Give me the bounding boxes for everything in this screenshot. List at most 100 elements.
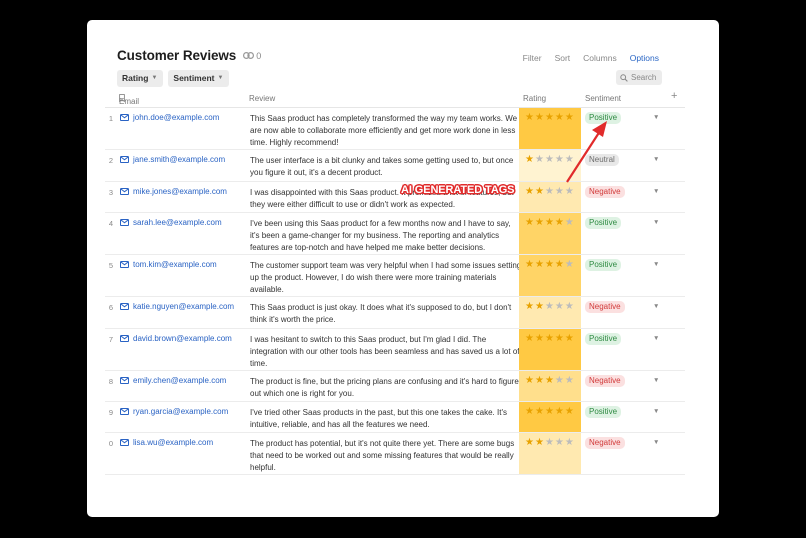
rating-cell[interactable]: ★ ★ ★ ★ ★ xyxy=(519,108,581,149)
chevron-down-icon[interactable]: ▼ xyxy=(653,156,659,163)
rating-filter[interactable]: Rating ▼ xyxy=(117,70,164,87)
email-link[interactable]: lisa.wu@example.com xyxy=(133,438,213,447)
sentiment-badge[interactable]: Positive xyxy=(585,217,622,229)
email-cell[interactable]: emily.chen@example.com xyxy=(120,376,226,385)
sentiment-badge[interactable]: Positive xyxy=(585,333,622,345)
sentiment-filter[interactable]: Sentiment ▼ xyxy=(168,70,230,87)
email-cell[interactable]: david.brown@example.com xyxy=(120,334,232,343)
column-header-email-label: Email xyxy=(119,97,140,106)
email-link[interactable]: sarah.lee@example.com xyxy=(133,218,222,227)
email-link[interactable]: mike.jones@example.com xyxy=(133,187,227,196)
email-link[interactable]: tom.kim@example.com xyxy=(133,260,217,269)
star-icon: ★ xyxy=(564,375,574,386)
email-link[interactable]: ryan.garcia@example.com xyxy=(133,407,228,416)
star-icon: ★ xyxy=(525,375,534,386)
email-link[interactable]: david.brown@example.com xyxy=(133,334,232,343)
chevron-down-icon[interactable]: ▼ xyxy=(653,303,659,310)
rating-cell[interactable]: ★ ★ ★ ★ ★ xyxy=(519,213,581,254)
email-cell[interactable]: katie.nguyen@example.com xyxy=(120,302,234,311)
email-cell[interactable]: ryan.garcia@example.com xyxy=(120,407,228,416)
sentiment-badge[interactable]: Positive xyxy=(585,112,622,124)
filter-button[interactable]: Filter xyxy=(523,53,542,63)
link-icon[interactable] xyxy=(243,52,255,59)
star-icon: ★ xyxy=(534,301,544,312)
table-row[interactable]: 1 john.doe@example.com This Saas product h… xyxy=(105,108,685,150)
chevron-down-icon[interactable]: ▼ xyxy=(653,261,659,268)
email-cell[interactable]: mike.jones@example.com xyxy=(120,187,227,196)
email-link[interactable]: jane.smith@example.com xyxy=(133,155,225,164)
star-icon: ★ xyxy=(525,112,534,123)
rating-cell[interactable]: ★ ★ ★ ★ ★ xyxy=(519,402,581,432)
sentiment-badge[interactable]: Negative xyxy=(585,375,625,387)
star-icon: ★ xyxy=(564,217,574,228)
chevron-down-icon[interactable]: ▼ xyxy=(653,439,659,446)
star-icon: ★ xyxy=(525,437,534,448)
rating-cell[interactable]: ★ ★ ★ ★ ★ xyxy=(519,371,581,401)
mail-icon xyxy=(120,114,129,121)
columns-button[interactable]: Columns xyxy=(583,53,617,63)
star-rating: ★ ★ ★ ★ ★ xyxy=(525,259,574,270)
search-input[interactable]: Search xyxy=(616,70,662,85)
chevron-down-icon[interactable]: ▼ xyxy=(653,335,659,342)
column-header-sentiment[interactable]: Sentiment xyxy=(585,94,621,103)
table-row[interactable]: 6 katie.nguyen@example.com This Saas produ… xyxy=(105,297,685,329)
chevron-down-icon[interactable]: ▼ xyxy=(653,377,659,384)
table-row[interactable]: 3 mike.jones@example.com I was disappointe… xyxy=(105,182,685,213)
column-header-review[interactable]: Review xyxy=(249,94,275,103)
rating-cell[interactable]: ★ ★ ★ ★ ★ xyxy=(519,255,581,296)
star-icon: ★ xyxy=(554,301,564,312)
options-button[interactable]: Options xyxy=(630,53,659,63)
star-icon: ★ xyxy=(554,375,564,386)
sentiment-badge[interactable]: Negative xyxy=(585,437,625,449)
email-cell[interactable]: tom.kim@example.com xyxy=(120,260,217,269)
mail-icon xyxy=(120,303,129,310)
star-icon: ★ xyxy=(525,154,534,165)
star-icon: ★ xyxy=(564,301,574,312)
sort-button[interactable]: Sort xyxy=(555,53,571,63)
review-text: This Saas product has completely transfo… xyxy=(250,114,518,147)
chevron-down-icon[interactable]: ▼ xyxy=(653,219,659,226)
email-cell[interactable]: jane.smith@example.com xyxy=(120,155,225,164)
sentiment-badge[interactable]: Positive xyxy=(585,406,622,418)
table-row[interactable]: 0 lisa.wu@example.com The product has pote… xyxy=(105,433,685,475)
table-row[interactable]: 2 jane.smith@example.com The user interfac… xyxy=(105,150,685,182)
sentiment-badge[interactable]: Negative xyxy=(585,186,625,198)
chevron-down-icon[interactable]: ▼ xyxy=(653,114,659,121)
rating-cell[interactable]: ★ ★ ★ ★ ★ xyxy=(519,182,581,212)
table-row[interactable]: 4 sarah.lee@example.com I've been using th… xyxy=(105,213,685,255)
column-header-email[interactable]: Email xyxy=(119,94,139,106)
star-rating: ★ ★ ★ ★ ★ xyxy=(525,112,574,123)
email-cell[interactable]: john.doe@example.com xyxy=(120,113,219,122)
star-icon: ★ xyxy=(544,301,554,312)
star-rating: ★ ★ ★ ★ ★ xyxy=(525,217,574,228)
star-icon: ★ xyxy=(544,375,554,386)
star-icon: ★ xyxy=(564,259,574,270)
rating-cell[interactable]: ★ ★ ★ ★ ★ xyxy=(519,329,581,370)
rating-cell[interactable]: ★ ★ ★ ★ ★ xyxy=(519,150,581,181)
rating-cell[interactable]: ★ ★ ★ ★ ★ xyxy=(519,297,581,328)
table-row[interactable]: 5 tom.kim@example.com The customer support… xyxy=(105,255,685,297)
row-number: 1 xyxy=(108,114,113,123)
chevron-down-icon[interactable]: ▼ xyxy=(653,408,659,415)
star-rating: ★ ★ ★ ★ ★ xyxy=(525,333,574,344)
chevron-down-icon[interactable]: ▼ xyxy=(653,188,659,195)
add-column-button[interactable]: + xyxy=(671,90,677,102)
reviews-table: Email Review Rating Sentiment + 1 john.do… xyxy=(105,90,685,475)
toolbar-actions: Filter Sort Columns Options xyxy=(523,53,659,63)
star-icon: ★ xyxy=(544,112,554,123)
sentiment-badge[interactable]: Neutral xyxy=(585,154,619,166)
sentiment-badge[interactable]: Negative xyxy=(585,301,625,313)
table-row[interactable]: 8 emily.chen@example.com The product is fi… xyxy=(105,371,685,402)
sentiment-badge[interactable]: Positive xyxy=(585,259,622,271)
page-title: Customer Reviews xyxy=(117,48,237,63)
table-row[interactable]: 7 david.brown@example.com I was hesitant t… xyxy=(105,329,685,371)
star-icon: ★ xyxy=(525,259,534,270)
email-link[interactable]: john.doe@example.com xyxy=(133,113,219,122)
email-cell[interactable]: lisa.wu@example.com xyxy=(120,438,213,447)
table-row[interactable]: 9 ryan.garcia@example.com I've tried other… xyxy=(105,402,685,433)
email-link[interactable]: katie.nguyen@example.com xyxy=(133,302,234,311)
email-link[interactable]: emily.chen@example.com xyxy=(133,376,226,385)
email-cell[interactable]: sarah.lee@example.com xyxy=(120,218,222,227)
column-header-rating[interactable]: Rating xyxy=(523,94,546,103)
rating-cell[interactable]: ★ ★ ★ ★ ★ xyxy=(519,433,581,474)
